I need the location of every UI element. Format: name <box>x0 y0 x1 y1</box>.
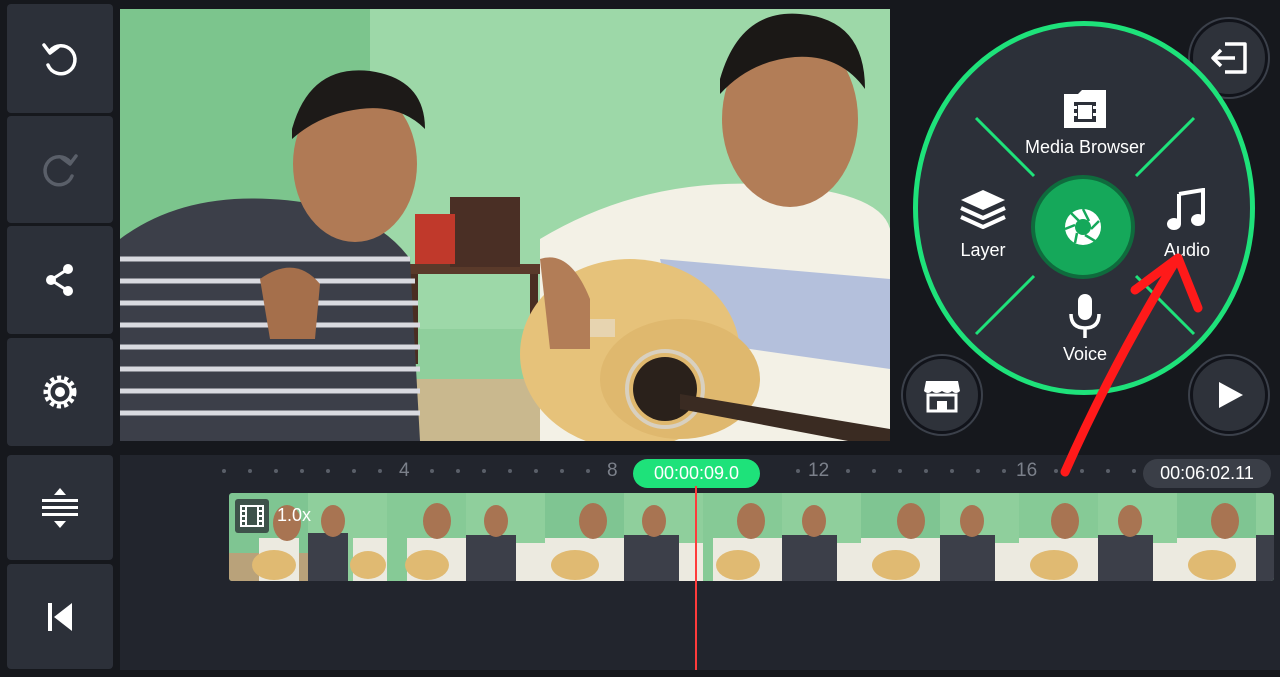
clip-thumbnail <box>545 493 624 581</box>
share-icon <box>46 264 73 296</box>
clip-thumbnail <box>387 493 466 581</box>
redo-icon <box>43 153 78 186</box>
clip-thumbnail <box>466 493 545 581</box>
clip-thumbnail <box>1177 493 1256 581</box>
music-note-icon <box>1167 188 1205 230</box>
share-button[interactable] <box>7 226 113 334</box>
layers-icon <box>960 190 1006 229</box>
film-icon <box>1064 90 1106 128</box>
clip-thumbnail <box>940 493 1019 581</box>
left-toolbar <box>0 0 118 677</box>
settings-gear-icon <box>43 375 77 409</box>
clip-thumbnail <box>861 493 940 581</box>
clip-thumbnail <box>1019 493 1098 581</box>
clip-thumbnail <box>703 493 782 581</box>
undo-button[interactable] <box>7 4 113 113</box>
layer-label: Layer <box>960 240 1006 260</box>
current-time-badge: 00:00:09.0 <box>633 459 760 488</box>
ruler-tick: 8 <box>607 460 618 481</box>
timeline-expand-button[interactable] <box>7 455 113 560</box>
playhead[interactable] <box>695 486 697 670</box>
settings-button[interactable] <box>7 338 113 446</box>
ruler-tick: 4 <box>399 460 410 481</box>
annotation-arrow <box>1060 253 1203 477</box>
media-browser-button[interactable]: Media Browser <box>1015 85 1155 165</box>
redo-button[interactable] <box>7 116 113 223</box>
video-preview[interactable] <box>120 9 890 441</box>
clip-thumbnail <box>1256 493 1274 581</box>
clip-film-icon <box>235 499 269 533</box>
clip-thumbnail <box>782 493 861 581</box>
ruler-tick: 12 <box>808 460 830 481</box>
media-browser-label: Media Browser <box>1024 137 1146 157</box>
clip-thumbnail <box>1098 493 1177 581</box>
timeline-expand-icon <box>42 487 78 528</box>
skip-to-start-button[interactable] <box>7 564 113 669</box>
undo-icon <box>42 42 77 75</box>
clip-info-badge: 1.0x <box>235 499 325 533</box>
clip-thumbnail <box>624 493 703 581</box>
layer-button[interactable]: Layer <box>948 188 1018 264</box>
video-clip-track[interactable] <box>229 493 1274 581</box>
clip-speed-label: 1.0x <box>277 505 312 525</box>
skip-to-start-icon <box>48 602 72 631</box>
preview-frame-image <box>120 9 890 441</box>
ruler-tick: 16 <box>1016 460 1038 481</box>
